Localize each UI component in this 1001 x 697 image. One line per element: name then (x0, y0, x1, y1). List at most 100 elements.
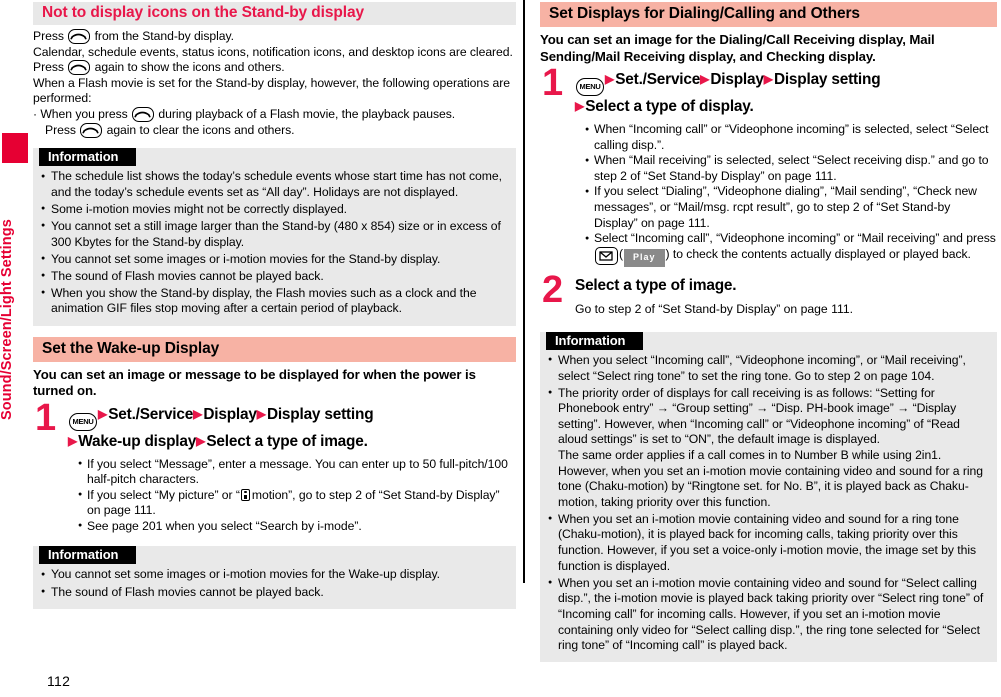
information-box-standby: Information The schedule list shows the … (33, 148, 516, 326)
list-item: The sound of Flash movies cannot be play… (41, 268, 506, 285)
standby-para-2: Calendar, schedule events, status icons,… (33, 45, 516, 76)
play-note-post: ) to check the contents actually display… (665, 246, 971, 261)
list-item: When “Mail receiving” is selected, selec… (585, 153, 997, 184)
standby-bullet2-pre: Press (45, 122, 76, 137)
standby-icons-body: Press from the Stand-by display. Calenda… (33, 29, 516, 138)
play-note-pre: Select “Incoming call”, “Videophone inco… (594, 231, 996, 246)
list-item: The sound of Flash movies cannot be play… (41, 584, 506, 601)
section-heading-standby-icons: Not to display icons on the Stand-by dis… (33, 2, 516, 25)
information-title: Information (39, 148, 137, 167)
list-item: When you show the Stand-by display, the … (41, 285, 506, 317)
section-heading-wakeup-display: Set the Wake-up Display (33, 336, 516, 362)
information-title: Information (39, 546, 137, 565)
wakeup-step-1: 1 MENU▶Set./Service▶Display▶Display sett… (33, 399, 516, 535)
right-column: Set Displays for Dialing/Calling and Oth… (540, 2, 997, 692)
step-number: 2 (542, 269, 563, 312)
arrow-right-icon: ▶ (256, 406, 266, 421)
end-key-icon (132, 106, 155, 122)
mail-key-icon (595, 246, 618, 265)
information-box-wakeup: Information You cannot set some images o… (33, 546, 516, 609)
priority-order-line1: The priority order of displays for call … (558, 385, 960, 447)
step-instruction-line2: ▶Select a type of display. (575, 96, 997, 117)
list-item: The schedule list shows the today’s sche… (41, 169, 506, 200)
step-number: 1 (542, 62, 563, 104)
column-divider (523, 0, 525, 583)
arrow-right-icon: ▶ (68, 433, 78, 448)
list-item: Some i-motion movies might not be correc… (41, 201, 506, 218)
arrow-right-icon: ▶ (196, 433, 206, 448)
list-item: When you select “Incoming call”, “Videop… (548, 352, 987, 384)
end-key-icon (68, 60, 91, 76)
step-instruction: MENU▶Set./Service▶Display▶Display settin… (575, 69, 997, 117)
standby-para1-post: from the Stand-by display. (94, 29, 234, 43)
priority-order-line2: The same order applies if a call comes i… (558, 448, 983, 509)
i-motion-icon (240, 488, 250, 501)
list-item: If you select “Message”, enter a message… (78, 456, 516, 488)
information-list: You cannot set some images or i-motion m… (33, 567, 516, 600)
arrow-right-icon: ▶ (193, 406, 203, 421)
standby-para-3: When a Flash movie is set for the Stand-… (33, 75, 510, 106)
chapter-tab-marker (2, 133, 28, 163)
arrow-right-icon: ▶ (605, 72, 615, 86)
list-item: The priority order of displays for call … (548, 385, 987, 511)
information-title: Information (546, 331, 644, 350)
menu-key-icon: MENU (576, 78, 604, 96)
end-key-icon (80, 122, 103, 138)
list-item: You cannot set some images or i-motion m… (41, 567, 506, 583)
motion-note-pre: If you select “My picture” or “ (87, 487, 240, 502)
menu-path-1: Set./Service (615, 71, 701, 88)
list-item: If you select “Dialing”, “Videophone dia… (585, 184, 997, 231)
standby-bullet-1: · When you press during playback of a Fl… (33, 106, 516, 123)
list-item: When you set an i-motion movie containin… (548, 511, 987, 574)
list-item: See page 201 when you select “Search by … (78, 518, 516, 535)
arrow-right-icon: ▶ (763, 72, 773, 86)
play-softkey-button[interactable]: Play (624, 248, 665, 268)
left-column: Not to display icons on the Stand-by dis… (33, 2, 516, 627)
standby-bullet1-post: during playback of a Flash movie, the pl… (158, 106, 456, 121)
menu-path-2: Display (710, 71, 764, 88)
list-item: When you set an i-motion movie containin… (548, 575, 987, 654)
menu-path-3: Display setting (266, 405, 374, 423)
step-instruction-line2: ▶Wake-up display▶Select a type of image. (68, 431, 516, 452)
dialing-step1-notes: When “Incoming call” or “Videophone inco… (575, 121, 997, 268)
information-list: When you select “Incoming call”, “Videop… (540, 352, 997, 654)
end-key-icon (68, 29, 91, 44)
list-item: You cannot set a still image larger than… (41, 218, 506, 250)
standby-para2-post: again to show the icons and others. (94, 60, 285, 75)
play-paren-open: ( (619, 246, 624, 261)
manual-page: Sound/Screen/Light Settings Not to displ… (0, 0, 1001, 697)
arrow-right-icon: ▶ (700, 72, 710, 86)
menu-path-5: Select a type of image. (206, 432, 368, 450)
menu-path-3: Display setting (773, 71, 881, 88)
step-subtext: Go to step 2 of “Set Stand-by Display” o… (575, 302, 853, 317)
dialing-step-1: 1 MENU▶Set./Service▶Display▶Display sett… (540, 64, 997, 268)
chapter-label: Sound/Screen/Light Settings (0, 219, 15, 420)
step-instruction: Select a type of image. (575, 277, 737, 295)
menu-path-4: Wake-up display (78, 432, 197, 450)
information-box-dialing: Information When you select “Incoming ca… (540, 331, 997, 663)
standby-para-1: Press from the Stand-by display. (33, 29, 516, 45)
standby-para1-pre: Press (33, 29, 64, 43)
dialing-step-2: 2 Select a type of image. Go to step 2 o… (540, 271, 997, 318)
menu-key-icon: MENU (69, 412, 97, 431)
menu-path-2: Display (203, 405, 257, 423)
list-item: If you select “My picture” or “motion”, … (78, 487, 516, 519)
list-item: You cannot set some images or i-motion m… (41, 251, 506, 268)
standby-bullet1-pre: · When you press (33, 106, 128, 121)
menu-path-4: Select a type of display. (585, 98, 754, 115)
step-instruction: MENU▶Set./Service▶Display▶Display settin… (68, 404, 516, 452)
wakeup-step1-notes: If you select “Message”, enter a message… (68, 456, 516, 535)
menu-path-1: Set./Service (108, 405, 194, 423)
arrow-right-icon: ▶ (575, 99, 585, 113)
wakeup-intro: You can set an image or message to be di… (33, 366, 476, 399)
arrow-right-icon: ▶ (98, 406, 108, 421)
standby-bullet2-post: again to clear the icons and others. (106, 122, 295, 137)
section-heading-dialing-displays: Set Displays for Dialing/Calling and Oth… (540, 2, 997, 27)
dialing-intro: You can set an image for the Dialing/Cal… (540, 32, 935, 64)
step-number: 1 (35, 396, 56, 439)
list-item: Select “Incoming call”, “Videophone inco… (585, 231, 997, 268)
page-number: 112 (47, 673, 71, 689)
list-item: When “Incoming call” or “Videophone inco… (585, 121, 997, 153)
information-list: The schedule list shows the today’s sche… (33, 169, 516, 317)
standby-bullet-2: Press again to clear the icons and other… (33, 122, 516, 139)
